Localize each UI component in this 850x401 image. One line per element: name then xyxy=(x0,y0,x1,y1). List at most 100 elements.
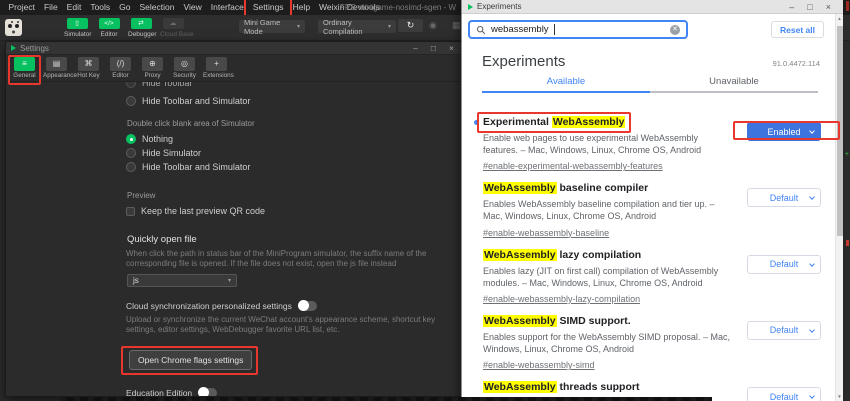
cloud-sync-toggle[interactable] xyxy=(298,301,317,311)
scrollbar-thumb[interactable] xyxy=(837,26,843,236)
radio-hide-simulator[interactable]: Hide Simulator xyxy=(126,146,461,160)
flag-select[interactable]: Default xyxy=(747,255,821,274)
menu-help[interactable]: Help xyxy=(288,0,314,15)
maximize-icon[interactable]: □ xyxy=(807,2,812,12)
extensions-icon: + xyxy=(206,57,227,71)
experiment-title-suffix: baseline compiler xyxy=(557,182,649,194)
game-mode-select[interactable]: Mini Game Mode▾ xyxy=(239,20,305,33)
compilation-select[interactable]: Ordinary Compilation▾ xyxy=(318,20,396,33)
education-toggle[interactable] xyxy=(198,388,217,396)
menu-tools[interactable]: Tools xyxy=(86,0,115,15)
cloud-icon: ☁ xyxy=(163,18,184,29)
open-chrome-flags-button[interactable]: Open Chrome flags settings xyxy=(129,350,252,370)
radio-hide-toolbar-and-simulator[interactable]: Hide Toolbar and Simulator xyxy=(126,160,461,174)
search-input[interactable]: webassembly ✕ xyxy=(468,20,688,39)
close-icon[interactable]: × xyxy=(449,43,454,53)
experiment-title-prefix: Experimental xyxy=(483,116,552,128)
app-icon xyxy=(468,4,473,10)
scroll-up-icon[interactable]: ▲ xyxy=(836,16,843,21)
radio-hide-toolbar[interactable]: Hide Toolbar xyxy=(126,82,461,90)
simulator-button[interactable]: ▯ Simulator xyxy=(64,18,90,38)
edge-red-fragment xyxy=(846,240,849,246)
flag-select-value: Default xyxy=(770,259,799,269)
debugger-button[interactable]: ⇄ Debugger xyxy=(128,18,154,38)
menu-project[interactable]: Project xyxy=(4,0,39,15)
flag-select-value: Default xyxy=(770,392,799,401)
experiment-description: Enables support for the WebAssembly SIMD… xyxy=(483,331,733,355)
tab-hot-key[interactable]: ⌘ Hot Key xyxy=(75,57,102,81)
menu-view[interactable]: View xyxy=(179,0,206,15)
preview-icon[interactable]: ◉ xyxy=(429,20,437,31)
remote-debug-icon[interactable]: ▦ xyxy=(452,20,461,31)
minimize-icon[interactable]: – xyxy=(789,2,794,12)
radio-icon xyxy=(126,96,136,106)
menu-interface[interactable]: Interface xyxy=(206,0,248,15)
experiment-description: Enables lazy (JIT on first call) compila… xyxy=(483,265,733,289)
version-label: 91.0.4472.114 xyxy=(773,59,820,68)
experiment-title-highlight: WebAssembly xyxy=(552,116,626,128)
experiments-window-title: Experiments xyxy=(477,2,521,11)
close-icon[interactable]: × xyxy=(826,2,831,12)
menu-settings[interactable]: Settings xyxy=(248,0,288,15)
avatar[interactable] xyxy=(5,19,22,36)
quick-open-title: Quickly open file xyxy=(127,234,461,245)
experiment-title-highlight: WebAssembly xyxy=(483,249,557,261)
reset-all-button[interactable]: Reset all xyxy=(771,21,824,38)
radio-nothing[interactable]: Nothing xyxy=(126,132,461,146)
checkbox-icon xyxy=(126,207,135,216)
clear-search-icon[interactable]: ✕ xyxy=(670,25,680,35)
flag-select[interactable]: Default xyxy=(747,188,821,207)
editor-button[interactable]: </> Editor xyxy=(96,18,122,38)
experiment-title-highlight: WebAssembly xyxy=(483,315,557,327)
flag-select[interactable]: Default xyxy=(747,387,821,401)
menu-selection[interactable]: Selection xyxy=(135,0,179,15)
experiment-title: Experimental WebAssembly xyxy=(483,116,625,128)
tab-extensions[interactable]: + Extensions xyxy=(203,57,230,81)
radio-hide-toolbar-simulator[interactable]: Hide Toolbar and Simulator xyxy=(126,94,461,108)
experiment-entry: WebAssembly SIMD support. Enables suppor… xyxy=(483,311,821,373)
experiment-title-suffix: threads support xyxy=(557,381,640,393)
quick-open-select[interactable]: js ▾ xyxy=(127,274,237,287)
menu-edit[interactable]: Edit xyxy=(62,0,86,15)
debugger-icon: ⇄ xyxy=(131,18,152,29)
flag-select[interactable]: Enabled xyxy=(747,122,821,141)
flag-select-value: Default xyxy=(770,325,799,335)
settings-content: Hide Toolbar Hide Toolbar and Simulator … xyxy=(6,82,461,396)
flag-select-value: Default xyxy=(770,193,799,203)
experiment-title: WebAssembly SIMD support. xyxy=(483,315,631,327)
dblclick-section-header: Double click blank area of Simulator xyxy=(127,119,461,128)
experiment-permalink[interactable]: #enable-webassembly-baseline xyxy=(483,228,609,238)
scrollbar[interactable]: ▲ ▼ xyxy=(835,14,843,401)
search-icon xyxy=(476,25,486,35)
tab-unavailable[interactable]: Unavailable xyxy=(650,76,818,93)
cloud-base-button[interactable]: ☁ Cloud Base xyxy=(160,18,186,38)
chevron-down-icon xyxy=(809,128,815,134)
menu-go[interactable]: Go xyxy=(115,0,135,15)
tab-security[interactable]: ◎ Security xyxy=(171,57,198,81)
tab-general[interactable]: ≡ General xyxy=(11,57,38,81)
experiment-permalink[interactable]: #enable-webassembly-simd xyxy=(483,360,595,370)
compile-icon: ↻ xyxy=(407,20,415,30)
flag-select[interactable]: Default xyxy=(747,321,821,340)
compile-button[interactable]: ↻ xyxy=(398,19,423,32)
security-icon: ◎ xyxy=(174,57,195,71)
scroll-down-icon[interactable]: ▼ xyxy=(836,394,843,399)
experiment-description: Enables WebAssembly baseline compilation… xyxy=(483,198,733,222)
tab-proxy[interactable]: ⊕ Proxy xyxy=(139,57,166,81)
experiment-title: WebAssembly baseline compiler xyxy=(483,182,648,194)
maximize-icon[interactable]: □ xyxy=(431,43,436,53)
tab-editor[interactable]: (/) Editor xyxy=(107,57,134,81)
experiment-permalink[interactable]: #enable-experimental-webassembly-feature… xyxy=(483,161,663,171)
tab-appearance[interactable]: ▤ Appearance xyxy=(43,57,70,81)
simulator-icon: ▯ xyxy=(67,18,88,29)
radio-icon xyxy=(126,82,136,88)
settings-tabs: ≡ General ▤ Appearance ⌘ Hot Key (/) Edi… xyxy=(6,55,461,82)
chevron-down-icon xyxy=(809,261,815,267)
experiment-permalink[interactable]: #enable-webassembly-lazy-compilation xyxy=(483,294,640,304)
minimize-icon[interactable]: – xyxy=(413,43,418,53)
settings-window: Settings – □ × ≡ General ▤ Appearance ⌘ … xyxy=(5,41,462,397)
menu-file[interactable]: File xyxy=(39,0,62,15)
checkbox-keep-qr[interactable]: Keep the last preview QR code xyxy=(126,204,461,218)
experiment-entry: Experimental WebAssembly Enable web page… xyxy=(483,112,821,174)
tab-available[interactable]: Available xyxy=(482,76,650,93)
